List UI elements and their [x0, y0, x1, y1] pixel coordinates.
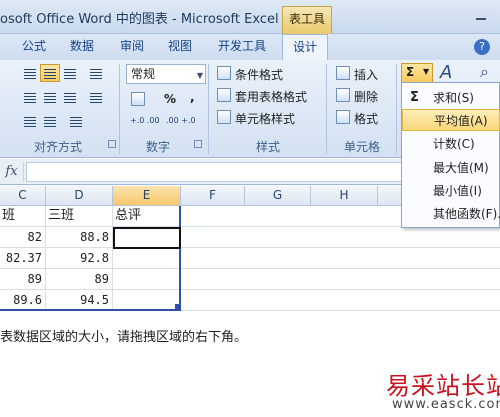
menu-item-label: 求和(S): [433, 91, 474, 105]
number-group-label: 数字: [146, 140, 171, 154]
instruction-text: 表数据区域的大小，请拖拽区域的右下角。: [0, 330, 248, 345]
align-center-icon: [44, 93, 56, 103]
minimize-icon[interactable]: [468, 6, 494, 26]
column-header-e[interactable]: E: [113, 186, 181, 206]
menu-item-count[interactable]: 计数(C): [402, 133, 500, 155]
decrease-indent-button[interactable]: [20, 112, 40, 130]
autosum-button[interactable]: Σ ▼: [401, 63, 433, 83]
table-range-outline: [0, 206, 181, 311]
tab-developer[interactable]: 开发工具: [218, 34, 266, 60]
ribbon-tab-bar: 公式 数据 审阅 视图 开发工具 设计 ?: [0, 34, 500, 60]
tab-data[interactable]: 数据: [70, 34, 94, 60]
currency-icon: [131, 92, 145, 106]
align-left-icon: [24, 93, 36, 103]
currency-button[interactable]: [128, 90, 156, 108]
tab-formulas[interactable]: 公式: [22, 34, 46, 60]
menu-item-sum[interactable]: Σ 求和(S): [402, 87, 500, 109]
column-header-h[interactable]: H: [311, 186, 378, 206]
chevron-down-icon: ▼: [196, 71, 203, 80]
active-cell-cursor: [113, 227, 181, 249]
orientation-button[interactable]: [66, 112, 96, 130]
tab-view[interactable]: 视图: [168, 34, 192, 60]
column-header-f[interactable]: F: [181, 186, 245, 206]
cells-group-label: 单元格: [344, 140, 381, 154]
align-middle-icon: [44, 69, 56, 79]
cell-styles-icon: [217, 110, 231, 124]
wrap-text-button[interactable]: [86, 64, 106, 82]
align-middle-button[interactable]: [40, 64, 60, 82]
table-resize-handle[interactable]: [175, 304, 180, 309]
table-format-icon: [217, 88, 231, 102]
insert-icon: [336, 66, 350, 80]
watermark-url: www.easck.com: [392, 397, 500, 412]
sigma-icon: Σ: [410, 90, 419, 105]
menu-item-label: 计数(C): [433, 137, 475, 151]
conditional-format-button[interactable]: 条件格式: [235, 66, 283, 83]
autosum-dropdown-menu: Σ 求和(S) 平均值(A) 计数(C) 最大值(M) 最小值(I) 其他函数(…: [401, 82, 500, 228]
sigma-icon: Σ: [406, 65, 415, 79]
watermark-logo: 易采站长站: [386, 372, 500, 400]
menu-item-label: 最大值(M): [433, 161, 489, 175]
align-right-button[interactable]: [60, 88, 80, 106]
group-separator: [396, 64, 397, 154]
alignment-group-label: 对齐方式: [34, 140, 83, 154]
sort-filter-icon[interactable]: A: [440, 62, 452, 83]
align-left-button[interactable]: [20, 88, 40, 106]
conditional-format-icon: [217, 66, 231, 80]
menu-item-more-functions[interactable]: 其他函数(F)...: [402, 203, 500, 225]
menu-item-label: 最小值(I): [433, 184, 482, 198]
tab-review[interactable]: 审阅: [120, 34, 144, 60]
menu-item-max[interactable]: 最大值(M): [402, 157, 500, 179]
align-bottom-icon: [64, 69, 76, 79]
orientation-icon: [70, 117, 82, 127]
align-top-button[interactable]: [20, 64, 40, 82]
align-right-icon: [64, 93, 76, 103]
align-top-icon: [24, 69, 36, 79]
merge-center-button[interactable]: [86, 88, 106, 106]
decrease-indent-icon: [24, 117, 36, 127]
number-dialog-launcher-icon[interactable]: [194, 140, 202, 148]
align-center-button[interactable]: [40, 88, 60, 106]
increase-decimal-button[interactable]: +.0 .00: [130, 116, 160, 125]
styles-group-label: 样式: [256, 140, 281, 154]
wrap-text-icon: [90, 69, 102, 79]
cell-styles-button[interactable]: 单元格样式: [235, 110, 295, 127]
comma-button[interactable]: ,: [190, 90, 195, 104]
group-separator: [208, 64, 209, 154]
help-icon[interactable]: ?: [474, 39, 490, 55]
increase-indent-icon: [44, 117, 56, 127]
insert-function-icon[interactable]: fx: [0, 162, 24, 182]
align-bottom-button[interactable]: [60, 64, 80, 82]
menu-item-label: 其他函数(F)...: [433, 207, 500, 221]
tab-design[interactable]: 设计: [282, 34, 329, 60]
increase-indent-button[interactable]: [40, 112, 60, 130]
window-title: osoft Office Word 中的图表 - Microsoft Excel: [0, 12, 279, 27]
menu-item-average[interactable]: 平均值(A): [402, 109, 500, 131]
number-format-value: 常规: [131, 67, 156, 81]
number-format-select[interactable]: 常规 ▼: [126, 64, 206, 84]
title-bar: osoft Office Word 中的图表 - Microsoft Excel…: [0, 0, 500, 34]
table-tools-tab-group: 表工具: [282, 6, 332, 34]
find-select-icon[interactable]: ⌕: [480, 62, 489, 82]
alignment-dialog-launcher-icon[interactable]: [108, 140, 116, 148]
format-button[interactable]: 格式: [354, 110, 378, 127]
format-as-table-button[interactable]: 套用表格格式: [235, 88, 307, 105]
delete-icon: [336, 88, 350, 102]
menu-item-label: 平均值(A): [434, 114, 488, 128]
chevron-down-icon: ▼: [423, 67, 430, 76]
column-header-c[interactable]: C: [0, 186, 46, 206]
decrease-decimal-button[interactable]: .00 +.0: [166, 116, 196, 125]
column-header-d[interactable]: D: [46, 186, 113, 206]
column-header-g[interactable]: G: [245, 186, 311, 206]
delete-button[interactable]: 删除: [354, 88, 378, 105]
menu-item-min[interactable]: 最小值(I): [402, 180, 500, 202]
percent-button[interactable]: %: [164, 92, 176, 106]
group-separator: [326, 64, 327, 154]
group-separator: [119, 64, 120, 154]
format-icon: [336, 110, 350, 124]
insert-button[interactable]: 插入: [354, 66, 378, 83]
merge-center-icon: [90, 93, 102, 103]
